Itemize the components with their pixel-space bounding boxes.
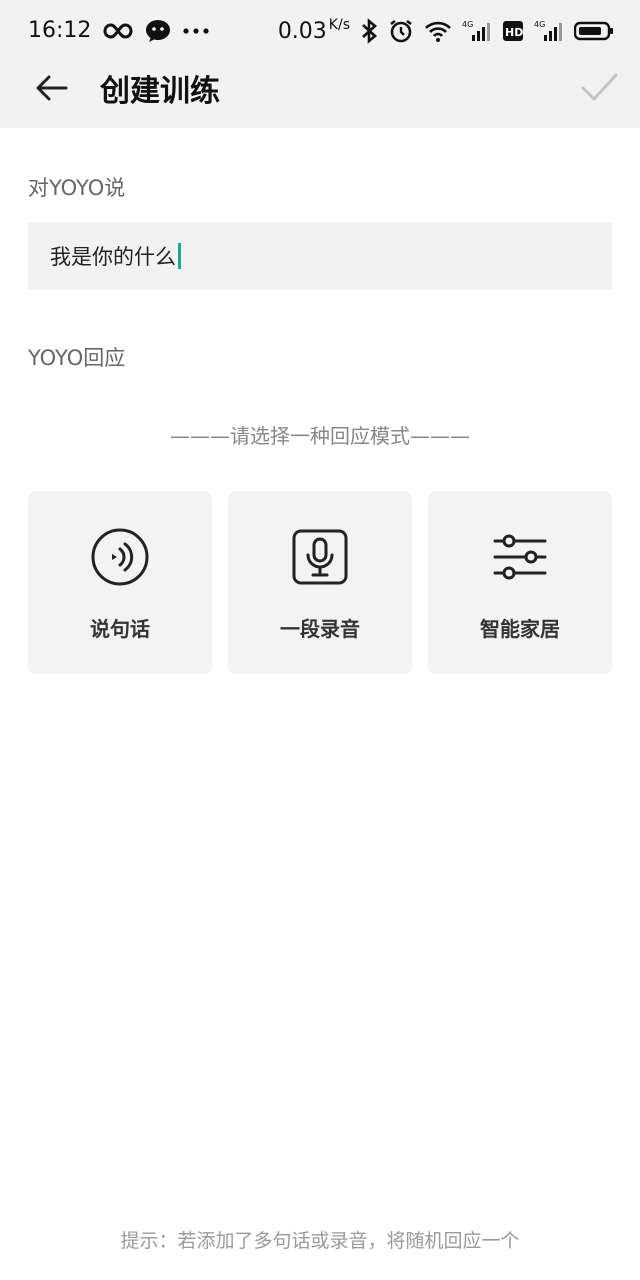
top-bar: 16:12 0.03 K/s 4G HD 4G 创建训练 (0, 0, 640, 128)
bluetooth-icon (362, 18, 377, 44)
sliders-icon (493, 534, 547, 580)
sound-wave-icon (91, 528, 149, 586)
app-bar: 创建训练 (0, 60, 640, 128)
microphone-icon (292, 529, 348, 585)
more-icon (183, 27, 210, 34)
status-bar: 16:12 0.03 K/s 4G HD 4G (0, 0, 640, 68)
speed-unit: K/s (328, 16, 350, 33)
wifi-icon (425, 21, 451, 42)
text-caret (178, 243, 181, 269)
4g-signal-icon: 4G (462, 20, 490, 41)
wechat-icon (146, 19, 171, 42)
status-time: 16:12 (28, 18, 92, 43)
option-smart-home[interactable]: 智能家居 (428, 491, 612, 674)
option-label: 智能家居 (480, 617, 560, 641)
checkmark-icon[interactable] (580, 68, 618, 106)
battery-icon (574, 21, 613, 41)
hint-text: 提示：若添加了多句话或录音，将随机回应一个 (120, 1230, 520, 1252)
svg-text:4G: 4G (462, 20, 473, 29)
arrow-left-icon[interactable] (34, 70, 70, 106)
page-title: 创建训练 (100, 74, 220, 109)
alarm-icon (390, 19, 412, 43)
response-mode-options: 说句话 一段录音 智能家居 (28, 491, 612, 674)
say-input-value[interactable]: 我是你的什么 (50, 241, 176, 271)
infinity-icon (103, 22, 133, 39)
yoyo-response-label: YOYO回应 (28, 346, 126, 370)
say-input[interactable]: 我是你的什么 (28, 222, 612, 290)
svg-text:4G: 4G (534, 20, 545, 29)
say-to-yoyo-label: 对YOYO说 (28, 176, 126, 200)
option-say-sentence[interactable]: 说句话 (28, 491, 212, 674)
4g-signal-icon: 4G (534, 20, 562, 41)
choose-mode-heading: ———请选择一种回应模式——— (170, 424, 470, 448)
hd-icon: HD (503, 21, 523, 41)
svg-text:HD: HD (505, 26, 523, 39)
network-speed: 0.03 K/s (277, 16, 350, 44)
option-label: 说句话 (90, 617, 150, 641)
option-recording[interactable]: 一段录音 (228, 491, 412, 674)
speed-value: 0.03 (277, 18, 327, 44)
option-label: 一段录音 (280, 617, 360, 641)
